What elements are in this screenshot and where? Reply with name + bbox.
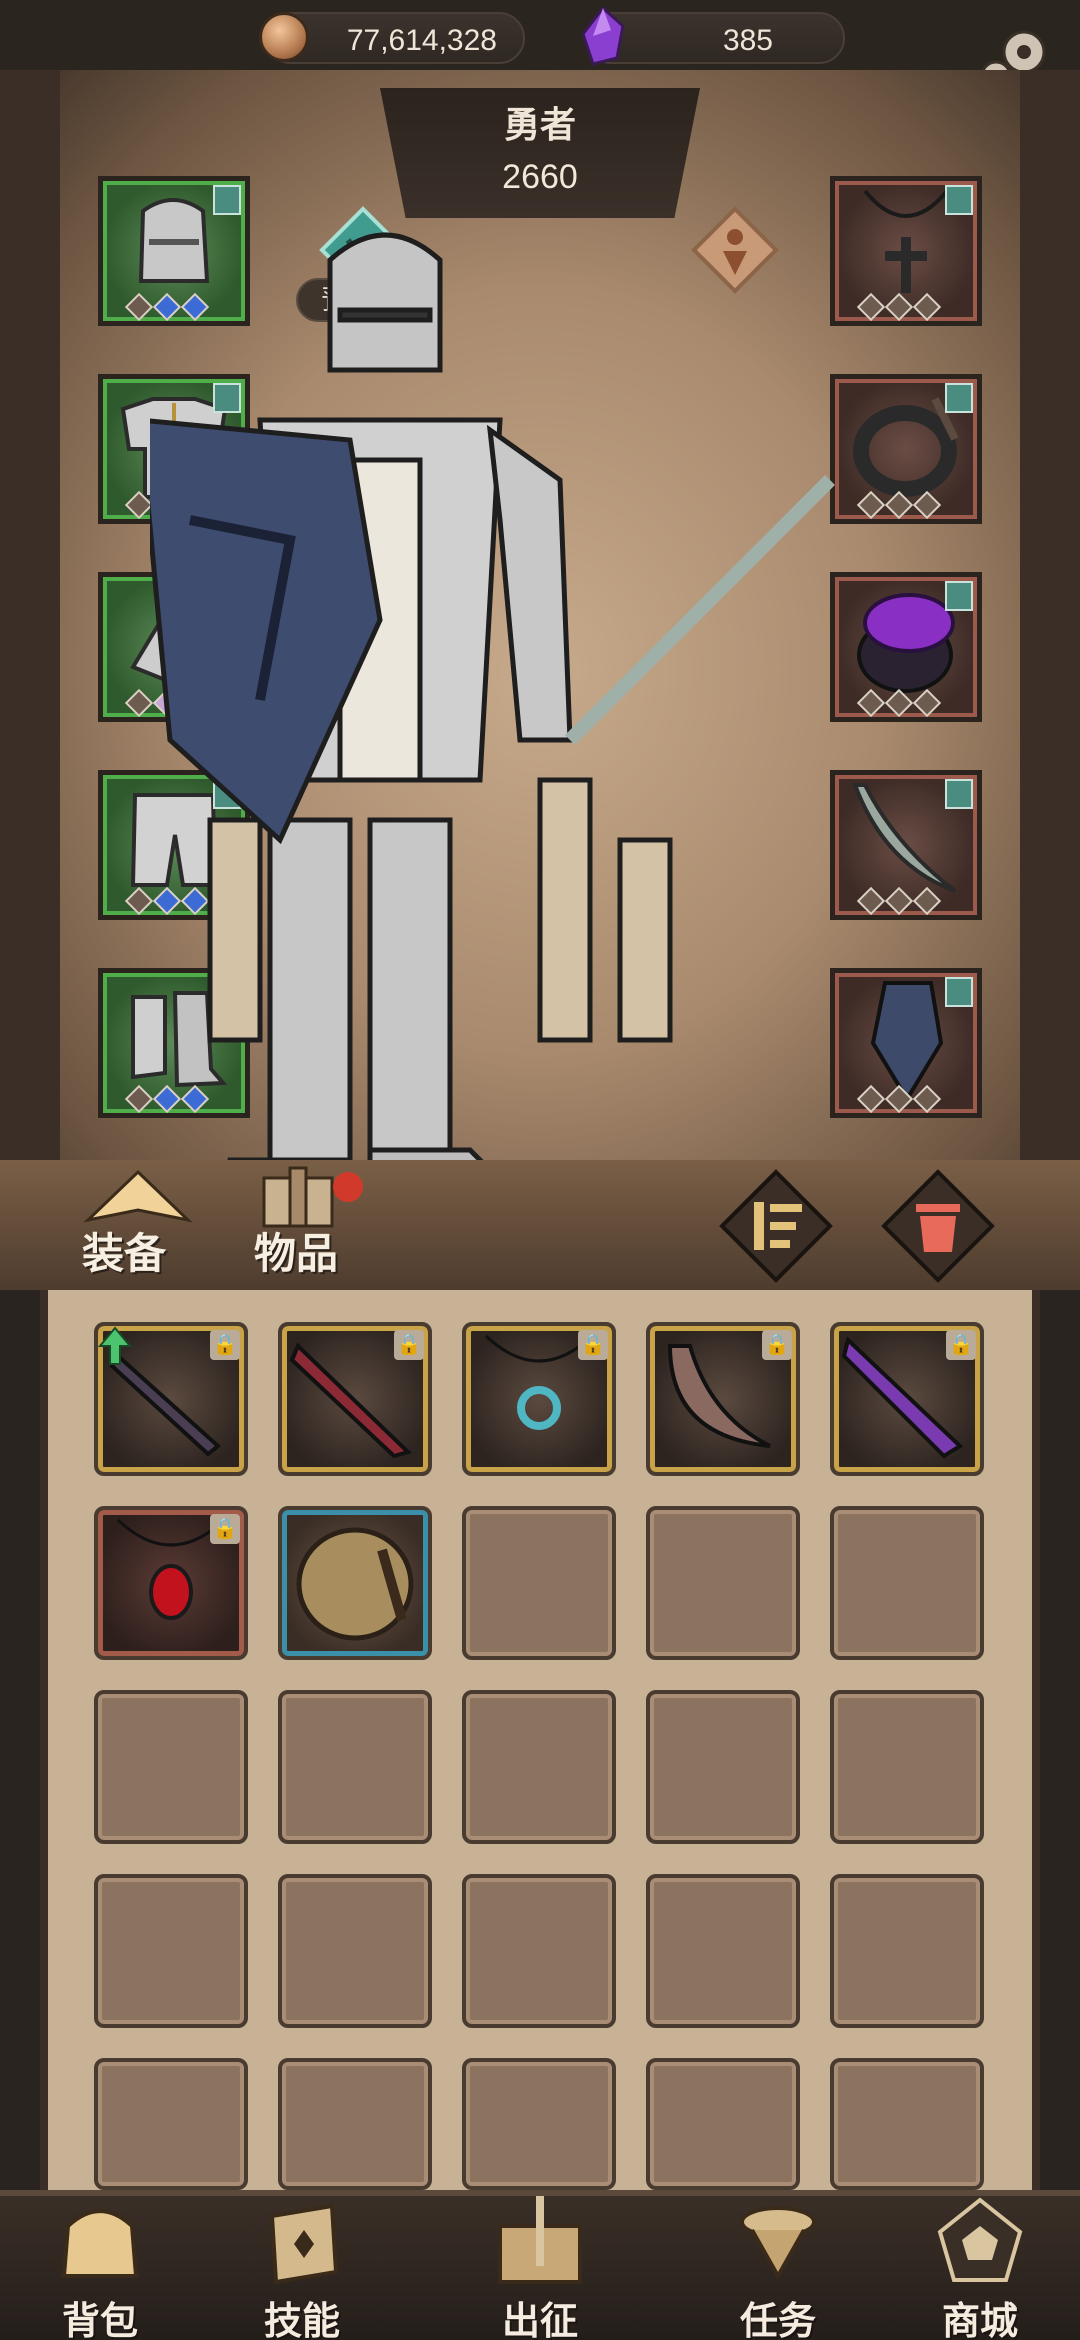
inventory-slot-empty[interactable] xyxy=(462,1506,616,1660)
tab-items[interactable]: 物品 xyxy=(254,1220,338,1281)
inventory-slot-empty[interactable] xyxy=(278,2058,432,2190)
lock-icon: 🔒 xyxy=(394,1330,424,1360)
inventory-slot-empty[interactable] xyxy=(646,1874,800,2028)
nav-skills[interactable]: 技能 xyxy=(212,2190,392,2340)
socket-pips xyxy=(856,292,942,322)
lock-icon: 🔒 xyxy=(762,1330,792,1360)
nav-bag[interactable]: 背包 xyxy=(10,2190,190,2340)
equip-slot-ring[interactable] xyxy=(830,374,982,524)
inventory-slot[interactable]: 🔒 xyxy=(278,1322,432,1476)
inventory-slot-empty[interactable] xyxy=(830,1690,984,1844)
inventory-slot[interactable]: 🔒 xyxy=(94,1322,248,1476)
lock-icon: 🔒 xyxy=(210,1330,240,1360)
lock-icon: 🔒 xyxy=(210,1514,240,1544)
knight-hero-figure[interactable] xyxy=(150,220,850,1220)
nav-quests[interactable]: 任务 xyxy=(688,2190,868,2340)
inventory-slot-empty[interactable] xyxy=(462,1690,616,1844)
equipped-tag xyxy=(945,977,973,1007)
inventory-slot-empty[interactable] xyxy=(830,2058,984,2190)
equipped-tag xyxy=(945,581,973,611)
gold-coin-icon xyxy=(259,12,309,62)
equipped-tag xyxy=(213,185,241,215)
inventory-slot-empty[interactable] xyxy=(94,1690,248,1844)
inventory-slot[interactable] xyxy=(278,1506,432,1660)
inventory-slot-empty[interactable] xyxy=(646,1506,800,1660)
expedition-map-icon xyxy=(498,2196,582,2284)
trash-icon[interactable] xyxy=(880,1168,996,1284)
socket-pips xyxy=(856,688,942,718)
hero-name: 勇者 xyxy=(503,104,576,145)
upgrade-arrow-icon xyxy=(98,1326,132,1365)
tab-equip[interactable]: 装备 xyxy=(82,1220,166,1281)
equipped-tag xyxy=(945,383,973,413)
nav-shop[interactable]: 商城 xyxy=(890,2190,1070,2340)
lock-icon: 🔒 xyxy=(946,1330,976,1360)
nav-expedition-label: 出征 xyxy=(501,2301,578,2340)
gem-counter[interactable]: 385 xyxy=(581,6,845,66)
nav-expedition[interactable]: 出征 xyxy=(450,2190,630,2340)
inventory-slot-empty[interactable] xyxy=(830,1506,984,1660)
gem-amount: 385 xyxy=(722,24,773,57)
socket-pips xyxy=(856,490,942,520)
inventory-slot-empty[interactable] xyxy=(94,2058,248,2190)
nav-shop-label: 商城 xyxy=(941,2301,1018,2340)
inventory-slot-empty[interactable] xyxy=(94,1874,248,2028)
inventory-slot-empty[interactable] xyxy=(646,1690,800,1844)
notification-dot xyxy=(333,1172,363,1202)
inventory-slot-empty[interactable] xyxy=(462,1874,616,2028)
inventory-slot[interactable]: 🔒 xyxy=(94,1506,248,1660)
right-frame xyxy=(1020,70,1080,1160)
inventory-slot[interactable]: 🔒 xyxy=(830,1322,984,1476)
shop-crown-icon xyxy=(937,2197,1023,2282)
inventory-slot-empty[interactable] xyxy=(830,1874,984,2028)
socket-pips xyxy=(856,886,942,916)
backpack-icon xyxy=(61,2209,139,2278)
equip-slot-weapon[interactable] xyxy=(830,770,982,920)
hero-power: 2660 xyxy=(502,158,578,196)
lock-icon: 🔒 xyxy=(578,1330,608,1360)
top-resource-bar xyxy=(0,0,1080,70)
leather-helmet-icon xyxy=(296,1527,414,1641)
skill-book-icon xyxy=(269,2203,339,2285)
socket-pips xyxy=(856,1084,942,1114)
nav-quests-label: 任务 xyxy=(739,2301,816,2340)
inventory-slot[interactable]: 🔒 xyxy=(646,1322,800,1476)
nav-bag-label: 背包 xyxy=(61,2301,138,2340)
gold-counter[interactable]: 77,614,328 xyxy=(259,12,525,64)
inventory-slot-empty[interactable] xyxy=(462,2058,616,2190)
gold-amount: 77,614,328 xyxy=(346,24,497,57)
sort-list-icon[interactable] xyxy=(718,1168,834,1284)
equip-slot-necklace[interactable] xyxy=(830,176,982,326)
inventory-slot[interactable]: 🔒 xyxy=(462,1322,616,1476)
equipped-tag xyxy=(945,185,973,215)
quest-scroll-icon xyxy=(740,2206,816,2281)
inventory-slot-empty[interactable] xyxy=(278,1690,432,1844)
left-frame xyxy=(0,70,60,1160)
equip-slot-gem-ring[interactable] xyxy=(830,572,982,722)
equipped-tag xyxy=(945,779,973,809)
purple-crystal-icon xyxy=(581,6,625,66)
nav-skills-label: 技能 xyxy=(263,2301,340,2340)
equip-slot-offhand[interactable] xyxy=(830,968,982,1118)
inventory-slot-empty[interactable] xyxy=(646,2058,800,2190)
inventory-slot-empty[interactable] xyxy=(278,1874,432,2028)
